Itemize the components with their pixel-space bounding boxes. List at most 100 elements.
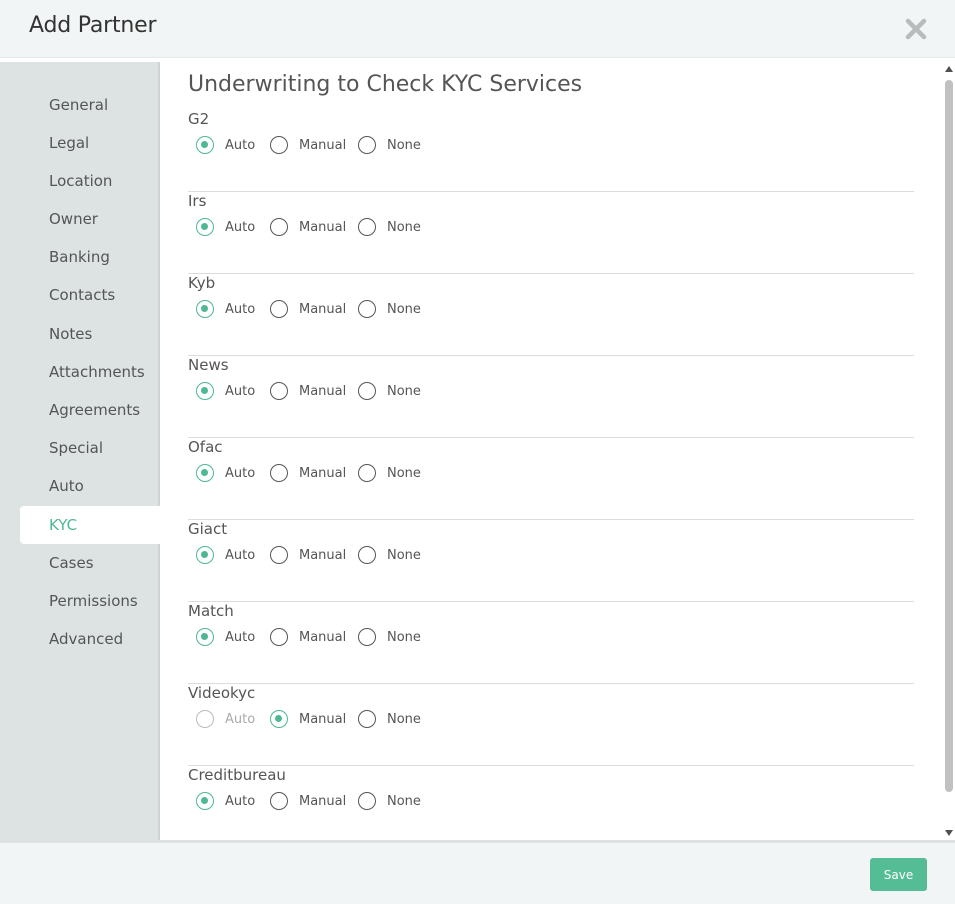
radio-button[interactable] [358,136,376,154]
radio-label: None [387,383,421,399]
sidebar-item-cases[interactable]: Cases [20,544,160,582]
radio-label: Auto [225,219,256,235]
radio-label: Manual [299,137,347,153]
radio-button[interactable] [270,628,288,646]
radio-button[interactable] [270,464,288,482]
sidebar-item-owner[interactable]: Owner [20,200,160,238]
radio-button[interactable] [358,710,376,728]
scroll-down-icon[interactable] [945,830,953,836]
radio-none[interactable]: None [358,217,421,237]
radio-manual[interactable]: Manual [270,381,346,401]
radio-button[interactable] [196,792,214,810]
radio-label: None [387,629,421,645]
service-name: Videokyc [188,684,256,702]
sidebar-item-contacts[interactable]: Contacts [20,276,160,314]
scroll-thumb[interactable] [945,80,953,792]
sidebar-item-agreements[interactable]: Agreements [20,391,160,429]
radio-label: Manual [299,793,347,809]
radio-none[interactable]: None [358,709,421,729]
radio-button[interactable] [358,792,376,810]
radio-auto[interactable]: Auto [196,381,255,401]
radio-button[interactable] [358,382,376,400]
radio-label: None [387,793,421,809]
radio-manual[interactable]: Manual [270,545,346,565]
radio-button[interactable] [196,136,214,154]
radio-button[interactable] [196,464,214,482]
scroll-up-icon[interactable] [945,66,953,72]
radio-none[interactable]: None [358,381,421,401]
radio-label: Manual [299,547,347,563]
kyc-service-row: Irs Auto Manual None [188,192,914,274]
service-name: Match [188,602,234,620]
radio-button[interactable] [358,546,376,564]
modal-footer: Save [0,840,955,904]
radio-button[interactable] [270,710,288,728]
radio-button[interactable] [270,382,288,400]
radio-button[interactable] [270,300,288,318]
radio-auto[interactable]: Auto [196,217,255,237]
radio-button[interactable] [270,136,288,154]
sidebar-item-notes[interactable]: Notes [20,315,160,353]
radio-button[interactable] [270,218,288,236]
radio-auto[interactable]: Auto [196,791,255,811]
sidebar-item-label: General [49,96,109,114]
section-title: Underwriting to Check KYC Services [188,72,583,97]
radio-manual[interactable]: Manual [270,463,346,483]
radio-manual[interactable]: Manual [270,135,346,155]
radio-auto[interactable]: Auto [196,135,255,155]
radio-auto[interactable]: Auto [196,545,255,565]
radio-button[interactable] [196,382,214,400]
radio-label: Manual [299,219,347,235]
radio-button[interactable] [358,464,376,482]
sidebar-item-auto[interactable]: Auto [20,467,160,505]
service-name: G2 [188,110,210,128]
radio-manual[interactable]: Manual [270,709,346,729]
radio-button[interactable] [358,300,376,318]
radio-label: Manual [299,383,347,399]
radio-button[interactable] [358,628,376,646]
radio-label: Manual [299,301,347,317]
radio-button[interactable] [196,628,214,646]
radio-manual[interactable]: Manual [270,791,346,811]
modal-title: Add Partner [29,13,157,38]
radio-button[interactable] [270,546,288,564]
radio-none[interactable]: None [358,135,421,155]
close-icon[interactable] [905,18,927,40]
sidebar-item-label: Owner [49,210,98,228]
sidebar-item-kyc[interactable]: KYC [20,506,162,544]
service-name: Giact [188,520,228,538]
radio-label: Auto [225,301,256,317]
radio-manual[interactable]: Manual [270,627,346,647]
radio-none[interactable]: None [358,299,421,319]
sidebar: General Legal Location Owner Banking Con… [0,62,162,840]
radio-auto[interactable]: Auto [196,627,255,647]
radio-button[interactable] [270,792,288,810]
radio-button[interactable] [196,546,214,564]
radio-button[interactable] [196,218,214,236]
radio-label: None [387,465,421,481]
scrollbar[interactable] [943,62,955,840]
radio-label: None [387,711,421,727]
save-button[interactable]: Save [870,858,927,891]
radio-none[interactable]: None [358,463,421,483]
radio-manual[interactable]: Manual [270,217,346,237]
sidebar-item-location[interactable]: Location [20,162,160,200]
sidebar-item-legal[interactable]: Legal [20,124,160,162]
sidebar-item-special[interactable]: Special [20,429,160,467]
radio-none[interactable]: None [358,627,421,647]
radio-none[interactable]: None [358,791,421,811]
sidebar-item-attachments[interactable]: Attachments [20,353,160,391]
sidebar-item-label: Special [49,439,104,457]
radio-auto[interactable]: Auto [196,299,255,319]
radio-button[interactable] [358,218,376,236]
radio-auto[interactable]: Auto [196,463,255,483]
sidebar-item-advanced[interactable]: Advanced [20,620,160,658]
sidebar-item-permissions[interactable]: Permissions [20,582,160,620]
radio-none[interactable]: None [358,545,421,565]
sidebar-item-label: Location [49,172,113,190]
sidebar-item-banking[interactable]: Banking [20,238,160,276]
radio-button[interactable] [196,300,214,318]
radio-manual[interactable]: Manual [270,299,346,319]
sidebar-item-general[interactable]: General [20,86,160,124]
kyc-service-row: Creditbureau Auto Manual None [188,766,914,840]
